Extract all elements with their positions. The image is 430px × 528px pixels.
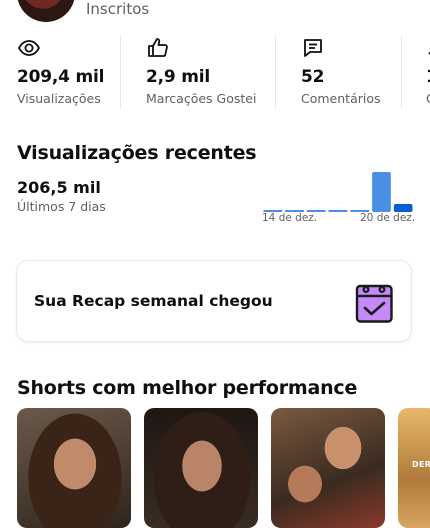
- recent-views-chart[interactable]: [262, 170, 414, 212]
- share-icon: [428, 51, 430, 55]
- stat-comments-value: 52: [301, 67, 325, 87]
- short-thumbnail[interactable]: DER: [398, 408, 430, 528]
- short-thumbnail-overlay-text: DER: [412, 460, 430, 469]
- recent-views-period: Últimos 7 dias: [17, 199, 106, 214]
- short-thumbnail[interactable]: [17, 408, 131, 528]
- stat-divider: [401, 36, 402, 108]
- stat-comments[interactable]: 52 Comentários: [301, 34, 396, 114]
- thumbs-up-icon: [148, 38, 168, 57]
- stat-views-value: 209,4 mil: [17, 67, 105, 87]
- stat-divider: [275, 36, 276, 108]
- recent-views-value: 206,5 mil: [17, 178, 101, 197]
- stat-shares[interactable]: 1 C: [426, 34, 430, 114]
- recent-views-title: Visualizações recentes: [17, 142, 257, 164]
- short-thumbnail[interactable]: [271, 408, 385, 528]
- calendar-check-icon: [355, 284, 393, 323]
- top-shorts-title: Shorts com melhor performance: [17, 377, 358, 399]
- stat-comments-label: Comentários: [301, 91, 381, 106]
- weekly-recap-text: Sua Recap semanal chegou: [34, 292, 273, 310]
- stat-shares-value: 1: [426, 67, 430, 87]
- subscribers-label: Inscritos: [86, 0, 150, 18]
- stat-shares-label: C: [426, 91, 430, 106]
- eye-icon: [17, 40, 41, 56]
- stat-divider: [120, 36, 121, 108]
- chart-axis-end-label: 20 de dez.: [360, 212, 416, 224]
- stat-likes[interactable]: 2,9 mil Marcações Gostei: [146, 34, 271, 114]
- stat-views-label: Visualizações: [17, 91, 101, 106]
- short-thumbnail[interactable]: [144, 408, 258, 528]
- stat-likes-label: Marcações Gostei: [146, 91, 257, 106]
- chart-axis-start-label: 14 de dez.: [262, 212, 318, 224]
- comment-icon: [304, 39, 322, 57]
- weekly-recap-card[interactable]: Sua Recap semanal chegou: [16, 260, 412, 342]
- stat-views[interactable]: 209,4 mil Visualizações: [17, 34, 117, 114]
- stat-likes-value: 2,9 mil: [146, 67, 211, 87]
- channel-avatar[interactable]: [17, 0, 75, 22]
- chart-bar-20 de dez.: [393, 204, 413, 212]
- chart-bar-19 de dez.: [372, 172, 391, 212]
- chart-bar-17 de dez.: [328, 210, 348, 212]
